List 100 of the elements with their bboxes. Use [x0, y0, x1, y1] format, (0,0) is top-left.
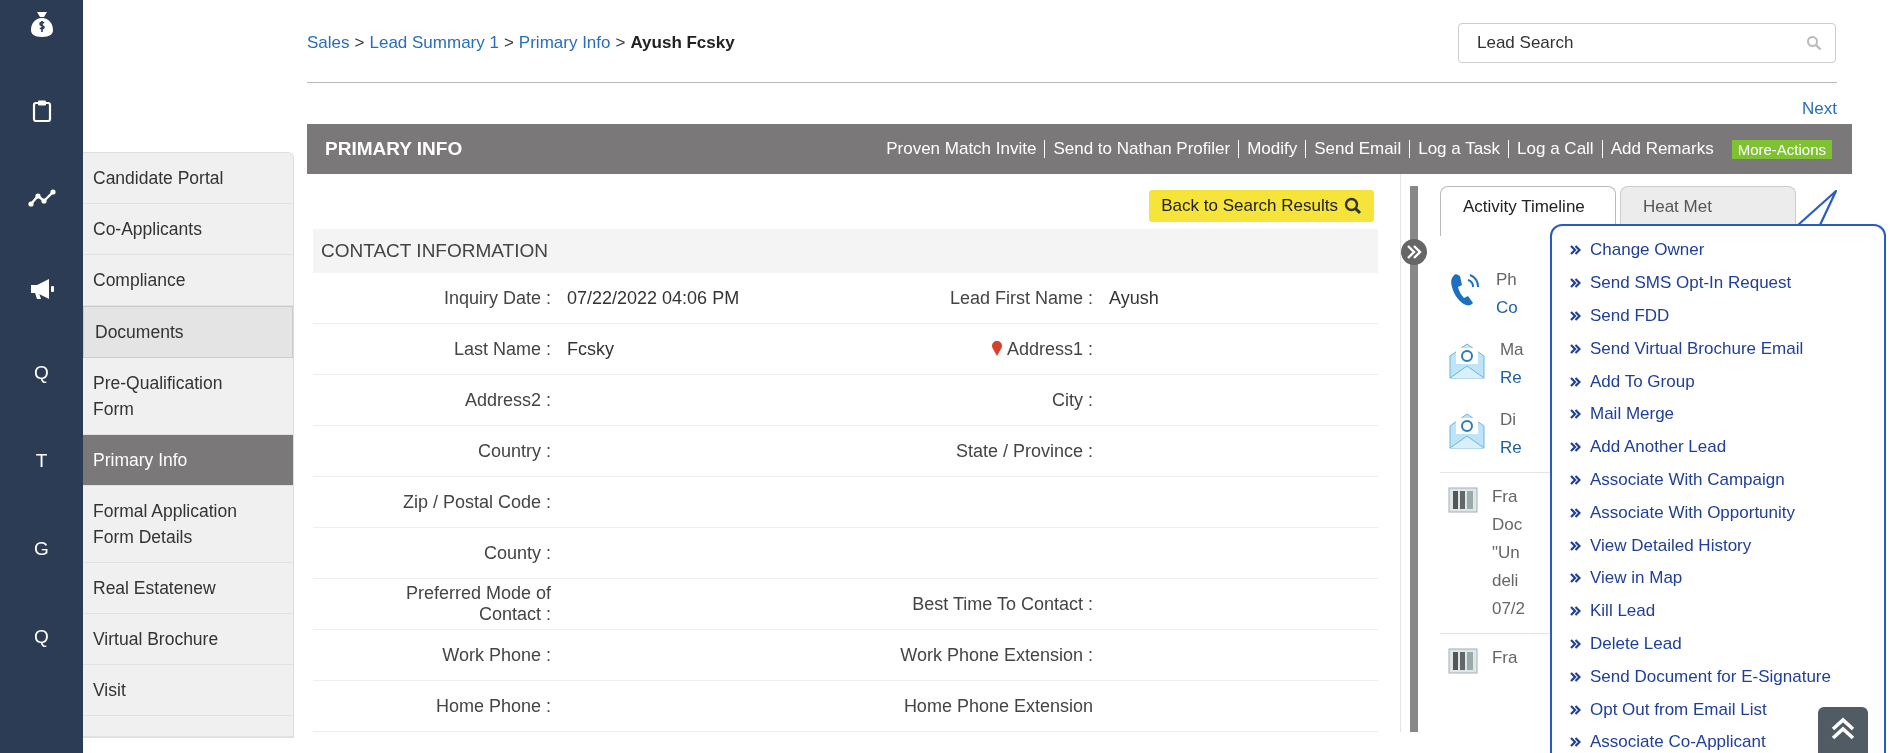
- field-label: Inquiry Date :: [443, 287, 551, 309]
- nav-letter[interactable]: Q: [34, 362, 49, 384]
- breadcrumb-link[interactable]: Lead Summary 1: [369, 33, 499, 53]
- menu-item[interactable]: Mail Merge: [1570, 398, 1884, 431]
- menu-item[interactable]: Associate Co-Applicant: [1570, 725, 1884, 753]
- double-chevron-icon: [1570, 637, 1581, 650]
- sidebar-item[interactable]: Virtual Brochure: [83, 614, 293, 665]
- action-link[interactable]: Log a Task: [1410, 140, 1510, 158]
- timeline-text: Fra: [1491, 487, 1519, 507]
- menu-item[interactable]: Add Another Lead: [1570, 430, 1884, 464]
- field-label: City :: [1052, 389, 1093, 411]
- field-label: State / Province :: [955, 440, 1093, 462]
- timeline-text: Ph: [1495, 270, 1518, 290]
- field-label: Address1 :: [1006, 338, 1093, 360]
- breadcrumb-separator: >: [354, 33, 365, 53]
- sidebar-item[interactable]: Real Estatenew: [83, 563, 293, 614]
- menu-item[interactable]: Add To Group: [1570, 365, 1884, 398]
- menu-item[interactable]: View in Map: [1570, 561, 1884, 595]
- menu-item[interactable]: Send SMS Opt-In Request: [1570, 266, 1884, 300]
- timeline-text: Ma: [1499, 340, 1524, 360]
- sidebar-item[interactable]: Primary Info: [83, 435, 293, 486]
- section-title: CONTACT INFORMATION: [321, 240, 548, 262]
- action-link[interactable]: Send Email: [1306, 140, 1411, 158]
- timeline-text: Di: [1499, 410, 1517, 430]
- back-to-search-button[interactable]: Back to Search Results: [1149, 190, 1374, 222]
- double-chevron-icon: [1570, 605, 1581, 618]
- double-chevron-icon: [1570, 473, 1581, 486]
- next-link[interactable]: Next: [1802, 99, 1837, 119]
- sidebar-item[interactable]: Formal Application Form Details: [83, 486, 293, 563]
- field-label: County :: [483, 542, 551, 564]
- nav-letter[interactable]: T: [35, 450, 48, 472]
- double-chevron-icon: [1570, 277, 1581, 290]
- field-label: Home Phone Extension: [903, 695, 1093, 717]
- sidebar-item[interactable]: Visit: [83, 665, 293, 716]
- double-chevron-icon: [1570, 310, 1581, 322]
- double-chevron-icon: [1570, 670, 1581, 683]
- timeline-text: Re: [1499, 368, 1523, 388]
- field-label: Preferred Mode of Contact :: [404, 583, 551, 625]
- sidebar-item[interactable]: Candidate Portal: [83, 153, 293, 204]
- double-chevron-up-icon: [1830, 717, 1856, 741]
- search-field[interactable]: Lead Search: [1458, 23, 1836, 63]
- timeline-text: Co: [1495, 298, 1518, 318]
- money-bag-icon[interactable]: [28, 10, 55, 38]
- action-link[interactable]: Modify: [1239, 140, 1307, 158]
- line-chart-icon[interactable]: [27, 188, 56, 208]
- sidebar-item[interactable]: Co-Applicants: [83, 204, 293, 255]
- timeline-text: deli: [1491, 571, 1520, 591]
- breadcrumb-separator: >: [503, 33, 514, 53]
- field-label: Last Name :: [453, 338, 551, 360]
- menu-item[interactable]: Send Document for E-Signature: [1570, 660, 1884, 694]
- field-label: Work Phone Extension :: [900, 644, 1093, 666]
- search-icon: [1343, 197, 1362, 215]
- double-chevron-icon: [1570, 572, 1581, 585]
- double-chevron-icon: [1570, 244, 1581, 257]
- scroll-to-top-button[interactable]: [1818, 707, 1868, 753]
- timeline-text: Fra: [1491, 648, 1518, 668]
- double-chevron-icon: [1570, 506, 1581, 519]
- timeline-text: 07/2: [1491, 599, 1525, 619]
- menu-item[interactable]: Send Virtual Brochure Email: [1570, 332, 1884, 366]
- document-icon: [1447, 487, 1478, 513]
- nav-letter[interactable]: Q: [34, 626, 49, 648]
- field-label: Work Phone :: [442, 644, 551, 666]
- tab[interactable]: Activity Timeline: [1439, 186, 1616, 236]
- menu-item[interactable]: Kill Lead: [1570, 594, 1884, 628]
- double-chevron-icon: [1570, 342, 1581, 355]
- timeline-text: Doc: [1491, 515, 1524, 535]
- double-chevron-icon: [1570, 375, 1581, 388]
- field-label: Address2 :: [464, 389, 551, 411]
- field-value: 07/22/2022 04:06 PM: [567, 287, 740, 309]
- field-label: Lead First Name :: [949, 287, 1093, 309]
- action-link[interactable]: Add Remarks: [1602, 140, 1732, 158]
- menu-item[interactable]: Send FDD: [1570, 299, 1884, 333]
- double-chevron-icon: [1570, 703, 1581, 716]
- field-label: Home Phone :: [435, 695, 551, 717]
- menu-item[interactable]: View Detailed History: [1570, 529, 1884, 562]
- expand-icon[interactable]: [1399, 238, 1428, 266]
- field-label: Country :: [477, 440, 551, 462]
- nav-letter[interactable]: G: [34, 538, 49, 560]
- action-link[interactable]: Send to Nathan Profiler: [1045, 140, 1240, 158]
- double-chevron-icon: [1570, 408, 1581, 421]
- action-link[interactable]: Proven Match Invite: [878, 140, 1046, 158]
- breadcrumb-link[interactable]: Primary Info: [518, 33, 611, 53]
- double-chevron-icon: [1570, 539, 1581, 552]
- double-chevron-icon: [1570, 736, 1581, 749]
- menu-item[interactable]: Delete Lead: [1570, 627, 1884, 661]
- clipboard-icon[interactable]: [31, 99, 52, 123]
- timeline-text: Re: [1499, 438, 1522, 458]
- menu-item[interactable]: Associate With Campaign: [1570, 463, 1884, 497]
- action-link[interactable]: Log a Call: [1509, 140, 1603, 158]
- breadcrumb-link[interactable]: Sales: [307, 33, 350, 53]
- field-value: Ayush: [1109, 287, 1159, 309]
- field-label: Best Time To Contact :: [912, 593, 1093, 615]
- breadcrumb-current: Ayush Fcsky: [630, 33, 735, 53]
- timeline-text: "Un: [1491, 543, 1521, 563]
- sidebar-item[interactable]: Documents: [83, 306, 293, 358]
- section-heading: PRIMARY INFO: [325, 138, 463, 160]
- menu-item[interactable]: Opt Out from Email List: [1570, 693, 1884, 726]
- document-icon: [1447, 648, 1478, 674]
- menu-item[interactable]: Associate With Opportunity: [1570, 496, 1884, 530]
- menu-item[interactable]: Change Owner: [1570, 234, 1884, 267]
